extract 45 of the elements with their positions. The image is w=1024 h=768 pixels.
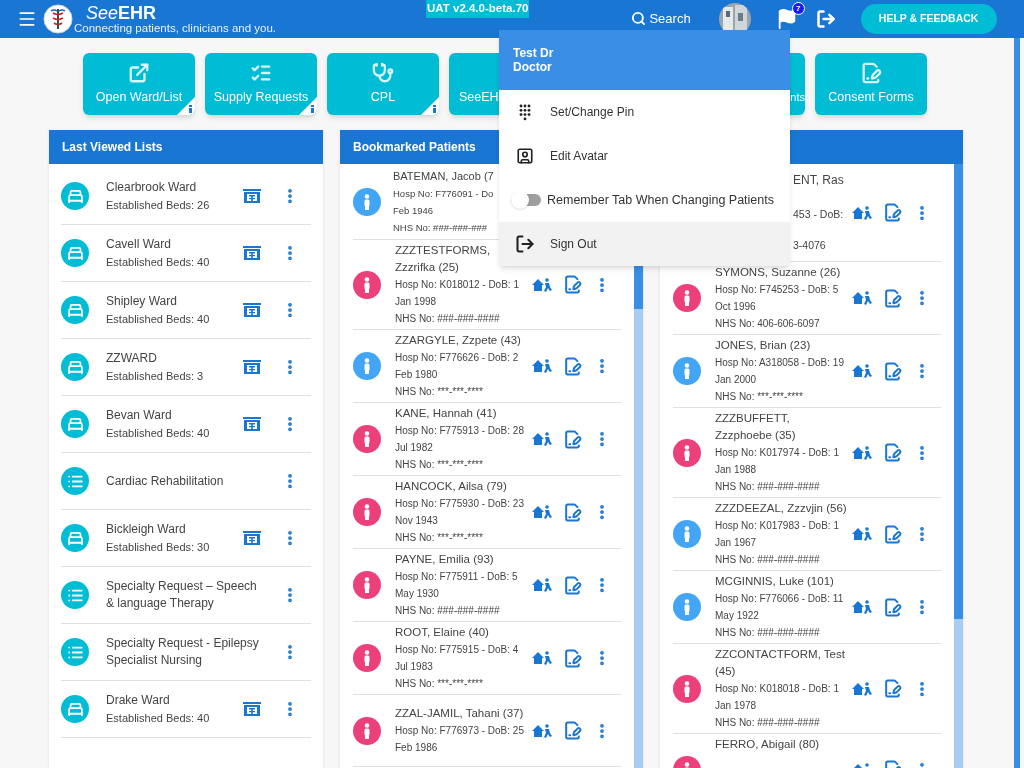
patient-detail: 3-4076 bbox=[793, 238, 827, 253]
bed-count: Established Beds: 3 bbox=[106, 368, 205, 384]
nhs-number: NHS No: ###-###-#### bbox=[715, 480, 821, 494]
panel-title: Bookmarked Patients bbox=[353, 139, 476, 156]
nhs-number: NHS No: ###-###-#### bbox=[715, 626, 821, 640]
nhs-number: NHS No: ###-###-#### bbox=[395, 604, 501, 618]
nhs-number: NHS No: ***-***-**** bbox=[715, 390, 804, 404]
nhs-number: NHS No: ***-***-**** bbox=[395, 458, 484, 472]
hospital-number: Hosp No: F745253 - DoB: 5 Oct 1996 bbox=[715, 283, 840, 314]
bed-count: Established Beds: 40 bbox=[106, 425, 211, 441]
nhs-number: NHS No: ###-###-#### bbox=[395, 312, 501, 326]
hospital-number: Hosp No: K017983 - DoB: 1 Jan 1967 bbox=[715, 519, 840, 550]
hospital-number: Hosp No: A318058 - DoB: 19 Jan 2000 bbox=[715, 356, 845, 387]
nhs-number: NHS No: ***-***-**** bbox=[395, 531, 484, 545]
user-role: Doctor bbox=[513, 60, 553, 74]
hospital-number: Hosp No: K018018 - DoB: 1 Jan 1978 bbox=[715, 682, 840, 713]
user-name: Test Dr bbox=[513, 46, 555, 60]
hospital-number: Hosp No: K018012 - DoB: 1 Jan 1998 bbox=[395, 278, 520, 309]
notification-badge: 7 bbox=[791, 2, 805, 15]
nhs-number: NHS No: ***-***-**** bbox=[395, 677, 484, 691]
hospital-number: Hosp No: F775911 - DoB: 5 May 1930 bbox=[395, 570, 519, 601]
bed-count: Established Beds: 40 bbox=[106, 311, 211, 327]
patient-detail: 453 - DoB: bbox=[793, 207, 845, 222]
bed-count: Established Beds: 30 bbox=[106, 539, 211, 555]
nhs-number: NHS No: ###-###-#### bbox=[715, 716, 821, 730]
bed-count: Established Beds: 26 bbox=[106, 197, 211, 213]
panel-title: Last Viewed Lists bbox=[62, 139, 163, 156]
nhs-number: NHS No: ***-***-**** bbox=[395, 385, 484, 399]
patient-detail: Hosp No: F776091 - Do bbox=[393, 187, 494, 201]
app-tagline: Connecting patients, clinicians and you. bbox=[74, 21, 276, 35]
app-logo-title: SeeEHR bbox=[86, 3, 158, 22]
bed-count: Established Beds: 40 bbox=[106, 710, 211, 726]
hospital-number: Hosp No: F776973 - DoB: 25 Feb 1986 bbox=[395, 724, 525, 755]
bed-count: Established Beds: 40 bbox=[106, 254, 211, 270]
hospital-number: Hosp No: F775913 - DoB: 28 Jul 1982 bbox=[395, 424, 525, 455]
hospital-number: Hosp No: F776066 - DoB: 11 May 1922 bbox=[715, 592, 845, 623]
hospital-number: Hosp No: K017974 - DoB: 1 Jan 1988 bbox=[715, 446, 840, 477]
hospital-number: Hosp No: F775930 - DoB: 23 Nov 1943 bbox=[395, 497, 525, 528]
nhs-number: NHS No: 406-606-6097 bbox=[715, 317, 821, 331]
hospital-number: Hosp No: F775915 - DoB: 4 Jul 1983 bbox=[395, 643, 520, 674]
version-label: UAT v2.4.0-beta.70 bbox=[426, 0, 530, 18]
hospital-number: Hosp No: F776626 - DoB: 2 Feb 1980 bbox=[395, 351, 520, 382]
patient-detail: NHS No: ###-###-### bbox=[393, 221, 488, 235]
patient-detail: Feb 1946 bbox=[393, 204, 435, 218]
nhs-number: NHS No: ###-###-#### bbox=[715, 553, 821, 567]
